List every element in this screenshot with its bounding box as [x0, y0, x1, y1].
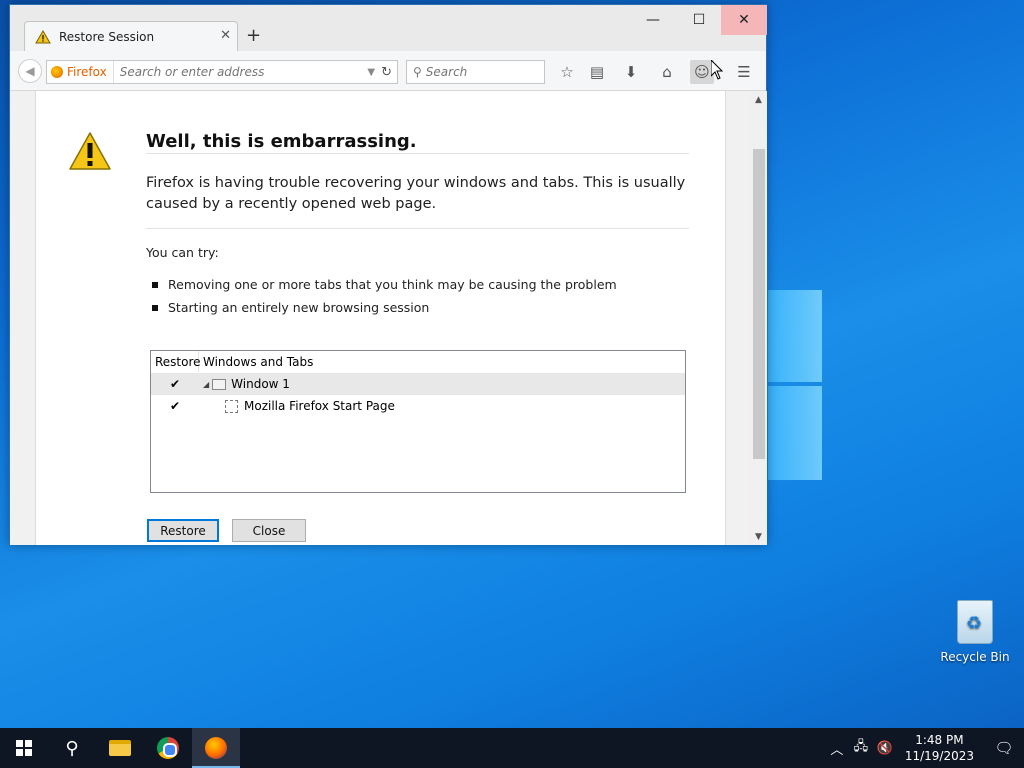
- tree-row-label: Window 1: [231, 377, 290, 391]
- url-bar[interactable]: Firefox ▼ ↻: [46, 60, 398, 84]
- back-button[interactable]: ◀: [18, 59, 42, 83]
- clock-date: 11/19/2023: [904, 749, 974, 763]
- search-icon: ⚲: [65, 737, 79, 759]
- tab-title: Restore Session: [59, 29, 155, 44]
- suggestion-text: Removing one or more tabs that you think…: [168, 277, 617, 292]
- dropdown-arrow-icon[interactable]: ▼: [367, 67, 375, 78]
- menu-icon[interactable]: ☰: [732, 60, 756, 84]
- close-button[interactable]: Close: [232, 519, 306, 542]
- warning-large-icon: [69, 132, 111, 170]
- tree-row-label: Mozilla Firefox Start Page: [244, 399, 395, 413]
- firefox-icon: [205, 737, 227, 759]
- bookmarks-menu-icon[interactable]: ▤: [585, 60, 609, 84]
- suggestion-list: Removing one or more tabs that you think…: [152, 273, 617, 319]
- restore-checkbox[interactable]: ✔: [151, 399, 199, 413]
- bullet-icon: [152, 304, 158, 311]
- divider: [146, 228, 689, 229]
- suggestion-text: Starting an entirely new browsing sessio…: [168, 300, 430, 315]
- page-icon: [225, 399, 238, 413]
- clock-time: 1:48 PM: [915, 733, 964, 747]
- scroll-thumb[interactable]: [753, 149, 765, 459]
- close-tab-icon[interactable]: ✕: [220, 28, 231, 43]
- back-arrow-icon: ◀: [25, 64, 35, 78]
- desktop-windows-logo: [768, 290, 824, 480]
- divider: [146, 153, 689, 154]
- expand-triangle-icon[interactable]: ◢: [203, 380, 209, 389]
- new-tab-button[interactable]: +: [246, 25, 261, 46]
- windows-start-icon: [16, 740, 32, 756]
- firefox-icon: [51, 66, 63, 78]
- session-tree[interactable]: Restore Windows and Tabs ✔ ◢ Window 1 ✔ …: [150, 350, 686, 493]
- bullet-icon: [152, 281, 158, 288]
- clock[interactable]: 1:48 PM 11/19/2023: [905, 732, 974, 764]
- search-input[interactable]: [425, 65, 544, 79]
- show-hidden-icons-icon[interactable]: ︿: [825, 739, 849, 758]
- mouse-cursor-icon: [711, 60, 723, 80]
- column-header-windows-tabs[interactable]: Windows and Tabs: [199, 355, 313, 369]
- tree-header: Restore Windows and Tabs: [151, 351, 685, 373]
- firefox-window: Restore Session ✕ + — ☐ ✕ ◀ Firefox ▼ ↻ …: [9, 4, 767, 545]
- identity-box[interactable]: Firefox: [47, 61, 114, 83]
- search-bar[interactable]: ⚲: [406, 60, 545, 84]
- network-icon[interactable]: 🖧: [849, 737, 873, 759]
- minimize-button[interactable]: —: [630, 5, 676, 35]
- file-explorer-button[interactable]: [96, 728, 144, 768]
- vertical-scrollbar[interactable]: ▲ ▼: [750, 91, 767, 545]
- recycle-bin-label: Recycle Bin: [940, 650, 1010, 664]
- warning-icon: [35, 29, 51, 43]
- search-icon: ⚲: [413, 65, 422, 79]
- column-header-restore[interactable]: Restore: [151, 351, 201, 372]
- identity-label: Firefox: [67, 65, 107, 79]
- start-button[interactable]: [0, 728, 48, 768]
- tab-restore-session[interactable]: Restore Session ✕: [24, 21, 238, 51]
- recycle-bin-icon: ♻: [957, 600, 993, 644]
- volume-muted-icon[interactable]: 🔇: [873, 741, 897, 756]
- reload-icon[interactable]: ↻: [381, 65, 392, 80]
- restore-session-page: Well, this is embarrassing. Firefox is h…: [35, 91, 726, 545]
- title-bar: Restore Session ✕ + — ☐ ✕: [10, 5, 767, 51]
- maximize-button[interactable]: ☐: [676, 5, 722, 35]
- firefox-button[interactable]: [192, 728, 240, 768]
- scroll-up-icon[interactable]: ▲: [750, 91, 767, 108]
- list-item: Starting an entirely new browsing sessio…: [152, 296, 617, 319]
- chrome-icon: [157, 737, 179, 759]
- folder-icon: [109, 740, 131, 756]
- bookmark-star-icon[interactable]: ☆: [555, 60, 579, 84]
- error-description: Firefox is having trouble recovering you…: [146, 175, 686, 212]
- navigation-toolbar: ◀ Firefox ▼ ↻ ⚲ ☆ ▤ ⬇ ⌂ ☺ ☰: [10, 51, 766, 91]
- scroll-down-icon[interactable]: ▼: [750, 528, 767, 545]
- address-input[interactable]: [113, 65, 368, 79]
- downloads-icon[interactable]: ⬇: [619, 60, 643, 84]
- restore-checkbox[interactable]: ✔: [151, 377, 199, 391]
- taskbar: ⚲ ︿ 🖧 🔇 1:48 PM 11/19/2023 🗨: [0, 728, 1024, 768]
- home-icon[interactable]: ⌂: [655, 60, 679, 84]
- chrome-button[interactable]: [144, 728, 192, 768]
- page-title: Well, this is embarrassing.: [146, 131, 417, 152]
- notification-center-icon[interactable]: 🗨: [984, 739, 1024, 757]
- try-label: You can try:: [146, 245, 219, 260]
- system-tray: ︿ 🖧 🔇 1:48 PM 11/19/2023 🗨: [825, 728, 1024, 768]
- restore-button[interactable]: Restore: [147, 519, 219, 542]
- page-content: Well, this is embarrassing. Firefox is h…: [10, 91, 750, 545]
- tree-row-window[interactable]: ✔ ◢ Window 1: [151, 373, 685, 395]
- close-window-button[interactable]: ✕: [721, 5, 767, 35]
- list-item: Removing one or more tabs that you think…: [152, 273, 617, 296]
- search-button[interactable]: ⚲: [48, 728, 96, 768]
- window-icon: [212, 378, 227, 390]
- tree-row-tab[interactable]: ✔ Mozilla Firefox Start Page: [151, 395, 685, 417]
- recycle-bin[interactable]: ♻ Recycle Bin: [940, 600, 1010, 664]
